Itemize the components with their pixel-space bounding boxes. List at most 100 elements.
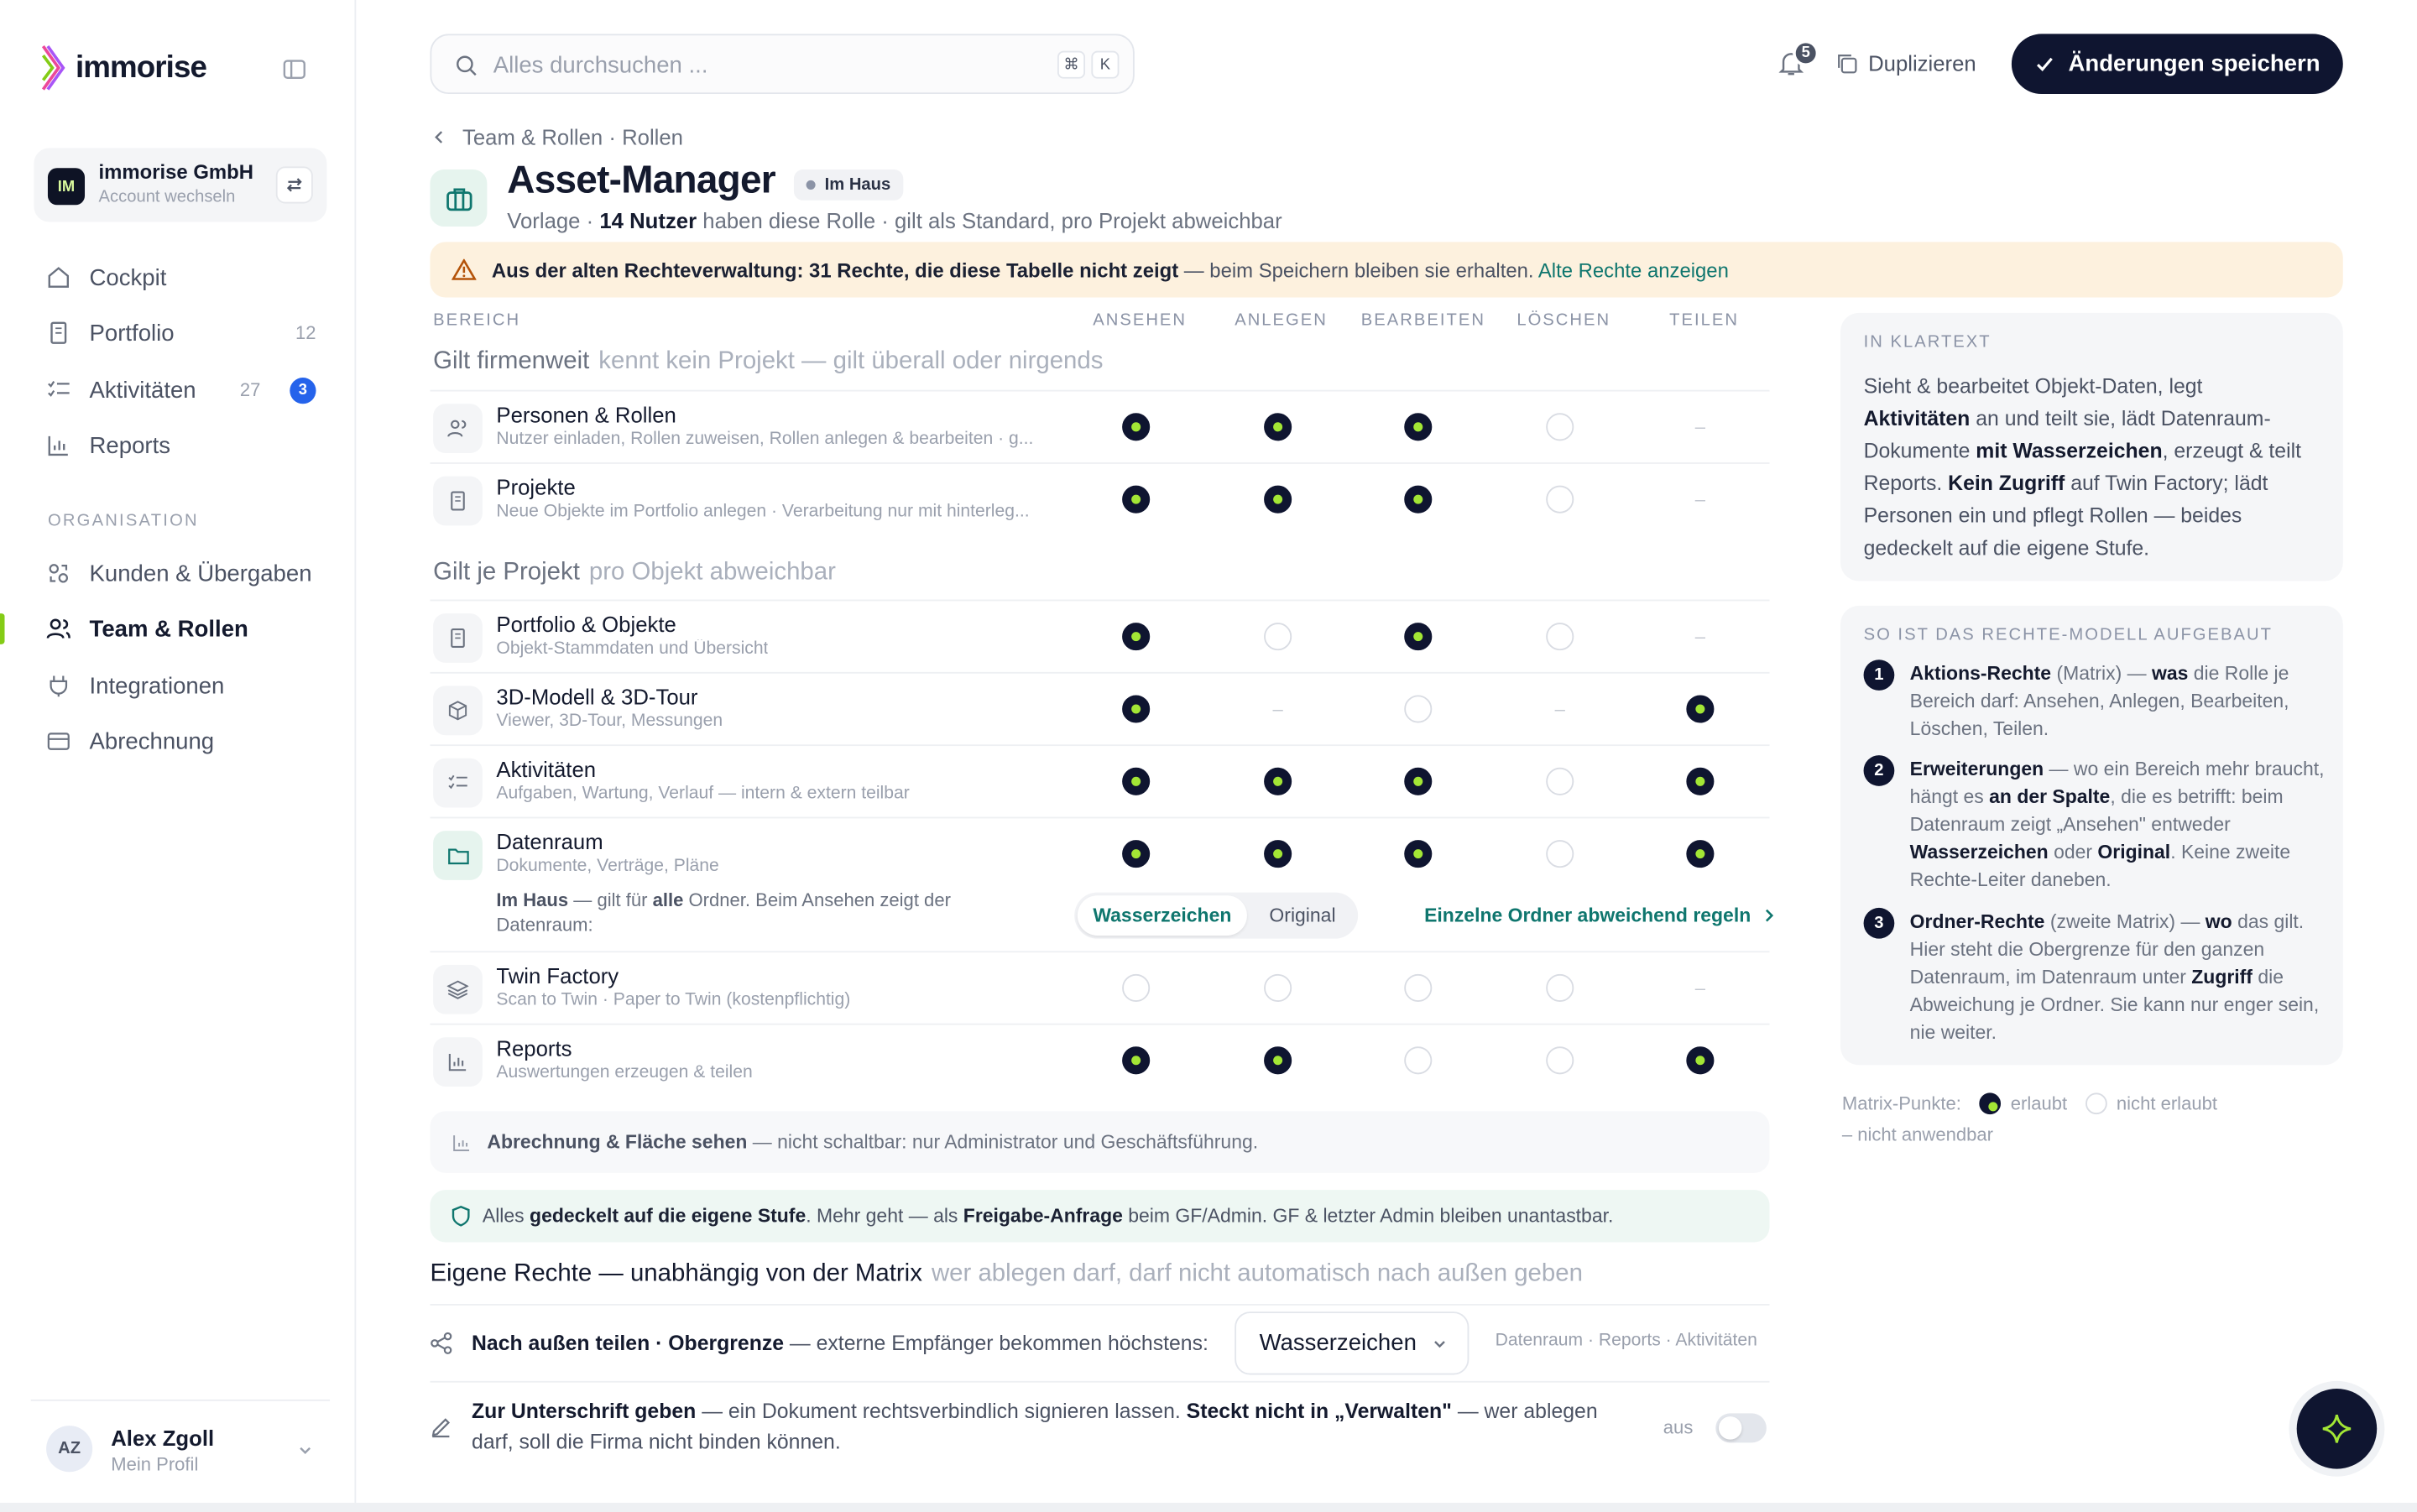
- signature-toggle[interactable]: [1715, 1413, 1767, 1443]
- kbd-cmd: ⌘: [1057, 50, 1086, 79]
- permission-cell[interactable]: [1546, 623, 1574, 651]
- folder-rules-link[interactable]: Einzelne Ordner abweichend regeln: [1424, 905, 1776, 926]
- permission-cell[interactable]: [1404, 623, 1433, 651]
- permission-loeschen-off[interactable]: [1546, 973, 1574, 1002]
- permission-ansehen-off[interactable]: [1122, 973, 1151, 1002]
- permission-anlegen-on[interactable]: [1264, 413, 1292, 441]
- save-button[interactable]: Änderungen speichern: [2011, 34, 2343, 95]
- show-legacy-rights-link[interactable]: Alte Rechte anzeigen: [1538, 258, 1729, 282]
- permission-cell[interactable]: [1122, 695, 1151, 723]
- permission-ansehen-on[interactable]: [1122, 413, 1151, 441]
- permission-cell[interactable]: [1546, 1046, 1574, 1075]
- permission-cell[interactable]: [1264, 413, 1292, 441]
- permission-cell[interactable]: [1122, 840, 1151, 868]
- sidebar-collapse-icon[interactable]: [282, 57, 306, 81]
- search-bar[interactable]: Alles durchsuchen ... ⌘ K: [430, 34, 1135, 95]
- sidebar-item-aktivitaeten[interactable]: Aktivitäten 27 3: [46, 373, 324, 407]
- brand-logo[interactable]: immorise: [41, 43, 207, 92]
- permission-cell[interactable]: [1546, 413, 1574, 441]
- permission-cell[interactable]: [1122, 973, 1151, 1002]
- permission-ansehen-on[interactable]: [1122, 695, 1151, 723]
- permission-cell[interactable]: [1404, 767, 1433, 795]
- permission-cell[interactable]: [1546, 485, 1574, 514]
- permission-bearbeiten-on[interactable]: [1404, 485, 1433, 514]
- permission-cell[interactable]: [1686, 1046, 1715, 1075]
- duplicate-button[interactable]: Duplizieren: [1836, 48, 1976, 79]
- breadcrumb-text[interactable]: Team & Rollen · Rollen: [462, 125, 683, 149]
- permission-anlegen-off[interactable]: [1264, 623, 1292, 651]
- permission-anlegen-on[interactable]: [1264, 840, 1292, 868]
- permission-anlegen-on[interactable]: [1264, 485, 1292, 514]
- permission-ansehen-on[interactable]: [1122, 1046, 1151, 1075]
- permission-cell[interactable]: [1122, 623, 1151, 651]
- sidebar-item-kunden[interactable]: Kunden & Übergaben: [46, 556, 324, 590]
- permission-cell[interactable]: [1264, 1046, 1292, 1075]
- permission-cell[interactable]: [1404, 485, 1433, 514]
- permission-cell[interactable]: [1404, 840, 1433, 868]
- seg-wasserzeichen[interactable]: Wasserzeichen: [1077, 895, 1247, 936]
- permission-cell[interactable]: [1686, 840, 1715, 868]
- permission-ansehen-on[interactable]: [1122, 485, 1151, 514]
- user-profile[interactable]: AZ Alex Zgoll Mein Profil: [30, 1399, 331, 1495]
- permission-ansehen-on[interactable]: [1122, 623, 1151, 651]
- permission-cell[interactable]: [1122, 413, 1151, 441]
- permission-loeschen-off[interactable]: [1546, 623, 1574, 651]
- permission-cell[interactable]: [1686, 695, 1715, 723]
- permission-loeschen-off[interactable]: [1546, 485, 1574, 514]
- permission-teilen-on[interactable]: [1686, 695, 1715, 723]
- view-mode-toggle[interactable]: Wasserzeichen Original: [1074, 892, 1359, 939]
- permission-cell[interactable]: [1404, 1046, 1433, 1075]
- permission-loeschen-off[interactable]: [1546, 840, 1574, 868]
- permission-cell[interactable]: [1546, 840, 1574, 868]
- permission-loeschen-off[interactable]: [1546, 413, 1574, 441]
- permission-anlegen-off[interactable]: [1264, 973, 1292, 1002]
- permission-cell[interactable]: [1264, 623, 1292, 651]
- ai-assistant-button[interactable]: [2296, 1389, 2378, 1469]
- permission-bearbeiten-on[interactable]: [1404, 413, 1433, 441]
- permission-anlegen-on[interactable]: [1264, 767, 1292, 795]
- permission-bearbeiten-on[interactable]: [1404, 623, 1433, 651]
- permission-cell[interactable]: [1404, 413, 1433, 441]
- sidebar-item-integrationen[interactable]: Integrationen: [46, 669, 324, 702]
- chevron-down-icon[interactable]: [296, 1442, 315, 1460]
- permission-bearbeiten-off[interactable]: [1404, 695, 1433, 723]
- seg-original[interactable]: Original: [1250, 895, 1355, 936]
- account-switcher[interactable]: IM immorise GmbH Account wechseln: [34, 148, 327, 222]
- sidebar-item-portfolio[interactable]: Portfolio 12: [46, 316, 324, 350]
- permission-bearbeiten-on[interactable]: [1404, 767, 1433, 795]
- share-limit-select[interactable]: Wasserzeichen: [1235, 1311, 1470, 1375]
- permission-teilen-on[interactable]: [1686, 1046, 1715, 1075]
- permission-cell[interactable]: [1264, 485, 1292, 514]
- permission-teilen-on[interactable]: [1686, 840, 1715, 868]
- permission-cell[interactable]: [1546, 767, 1574, 795]
- permission-cell[interactable]: [1122, 767, 1151, 795]
- permission-teilen-on[interactable]: [1686, 767, 1715, 795]
- permission-cell[interactable]: [1264, 767, 1292, 795]
- permission-cell[interactable]: [1686, 767, 1715, 795]
- permission-cell[interactable]: [1404, 695, 1433, 723]
- breadcrumb[interactable]: Team & Rollen · Rollen: [431, 125, 683, 149]
- permission-ansehen-on[interactable]: [1122, 767, 1151, 795]
- permission-bearbeiten-off[interactable]: [1404, 973, 1433, 1002]
- sidebar-item-team-rollen[interactable]: Team & Rollen: [46, 612, 324, 645]
- step-t: (Matrix) —: [2051, 662, 2152, 685]
- permission-anlegen-on[interactable]: [1264, 1046, 1292, 1075]
- sidebar-item-reports[interactable]: Reports: [46, 429, 324, 462]
- search-input[interactable]: Alles durchsuchen ...: [493, 52, 708, 78]
- permission-loeschen-off[interactable]: [1546, 767, 1574, 795]
- sidebar-item-abrechnung[interactable]: Abrechnung: [46, 724, 324, 758]
- sidebar-item-cockpit[interactable]: Cockpit: [46, 260, 324, 294]
- permission-ansehen-on[interactable]: [1122, 840, 1151, 868]
- permission-bearbeiten-on[interactable]: [1404, 840, 1433, 868]
- permission-cell[interactable]: [1122, 485, 1151, 514]
- permission-cell[interactable]: [1404, 973, 1433, 1002]
- permission-cell[interactable]: [1122, 1046, 1151, 1075]
- account-switch-button[interactable]: [275, 166, 313, 204]
- permission-cell[interactable]: [1264, 840, 1292, 868]
- permission-loeschen-off[interactable]: [1546, 1046, 1574, 1075]
- permission-cell[interactable]: [1546, 973, 1574, 1002]
- permission-bearbeiten-off[interactable]: [1404, 1046, 1433, 1075]
- permission-cell[interactable]: [1264, 973, 1292, 1002]
- chevron-left-icon[interactable]: [431, 129, 446, 144]
- column-header: BEARBEITEN: [1360, 311, 1486, 331]
